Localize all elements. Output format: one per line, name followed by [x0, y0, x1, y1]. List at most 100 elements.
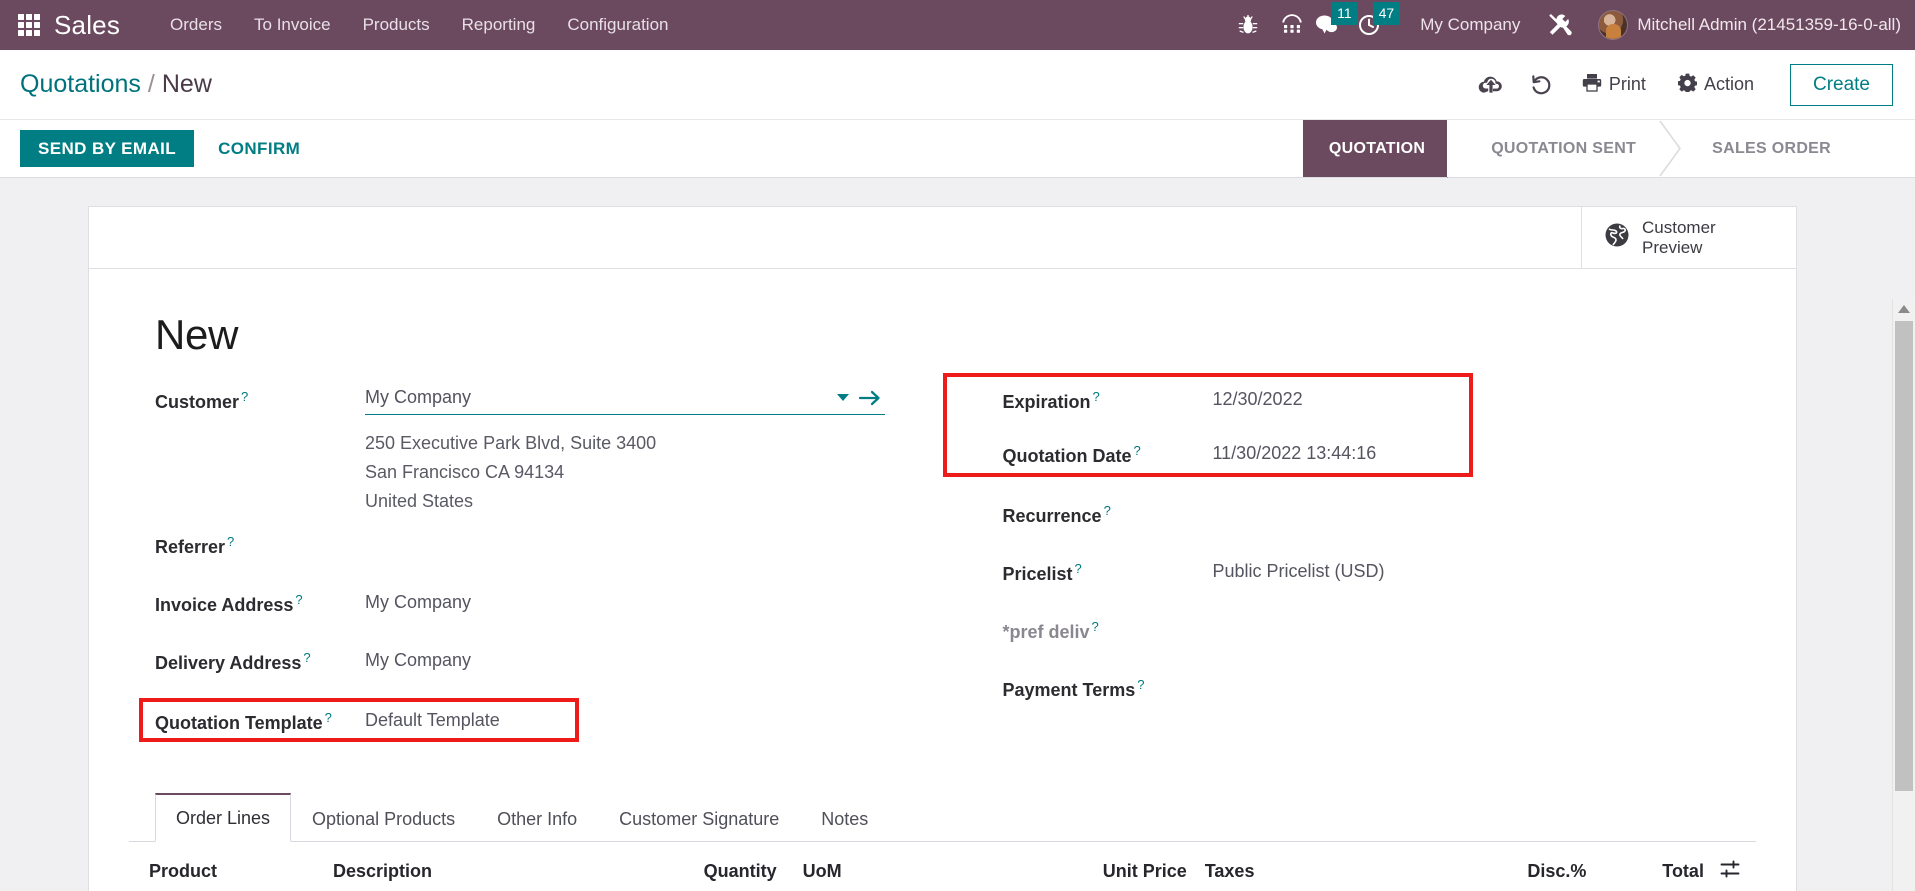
menu-orders[interactable]: Orders	[154, 9, 238, 41]
field-delivery-address-value[interactable]: My Company	[365, 646, 943, 671]
stage-quotation-sent[interactable]: QUOTATION SENT	[1447, 120, 1659, 177]
printer-icon	[1582, 73, 1602, 97]
tab-optional-products[interactable]: Optional Products	[291, 795, 476, 842]
customer-preview-line1: Customer	[1642, 217, 1716, 237]
tooltip-icon[interactable]: ?	[227, 534, 234, 549]
page-title: New	[155, 311, 239, 358]
customer-combo[interactable]	[365, 385, 885, 415]
messages-count-badge: 11	[1331, 2, 1358, 25]
voip-dialpad-icon[interactable]	[1270, 0, 1314, 50]
vertical-scrollbar[interactable]	[1892, 299, 1915, 891]
cloud-upload-icon[interactable]	[1468, 62, 1514, 108]
col-unit-price[interactable]: Unit Price	[912, 842, 1195, 891]
notebook-tabs: Order Lines Optional Products Other Info…	[129, 792, 1756, 843]
tooltip-icon[interactable]: ?	[303, 650, 310, 665]
field-pricelist: Pricelist? Public Pricelist (USD)	[1003, 557, 1757, 599]
field-customer-label: Customer?	[155, 385, 365, 413]
menu-reporting[interactable]: Reporting	[446, 9, 552, 41]
form-column-left: Customer? My Company 250 Executive Park …	[129, 385, 943, 758]
customer-preview-button[interactable]: Customer Preview	[1581, 207, 1796, 268]
column-settings-icon[interactable]	[1711, 842, 1756, 891]
tooltip-icon[interactable]: ?	[1137, 677, 1144, 692]
activities-counter[interactable]: 47	[1358, 0, 1401, 50]
user-menu[interactable]: Mitchell Admin (21451359-16-0-all)	[1582, 10, 1901, 40]
field-recurrence: Recurrence?	[1003, 499, 1757, 541]
address-line-2: San Francisco CA 94134	[365, 462, 565, 483]
tooltip-icon[interactable]: ?	[1104, 503, 1111, 518]
field-quotation-date-label: Quotation Date?	[1003, 439, 1213, 467]
print-button[interactable]: Print	[1568, 65, 1660, 105]
customer-input[interactable]	[365, 385, 829, 410]
customer-address-lines: 250 Executive Park Blvd, Suite 3400 San …	[365, 427, 656, 516]
create-button[interactable]: Create	[1789, 63, 1893, 106]
field-recurrence-value[interactable]	[1213, 499, 1757, 503]
field-invoice-address: Invoice Address? My Company	[155, 588, 943, 630]
breadcrumb: Quotations / New	[20, 70, 212, 99]
tooltip-icon[interactable]: ?	[1134, 443, 1141, 458]
field-payment-terms-value[interactable]	[1213, 673, 1757, 677]
stage-quotation-label: QUOTATION	[1328, 139, 1426, 157]
field-referrer-value[interactable]	[365, 530, 943, 534]
breadcrumb-quotations[interactable]: Quotations	[20, 70, 141, 99]
caret-up-icon[interactable]	[1893, 299, 1915, 319]
col-taxes[interactable]: Taxes	[1194, 842, 1419, 891]
undo-icon[interactable]	[1518, 62, 1564, 108]
field-quotation-date: Quotation Date? 11/30/2022 13:44:16	[1003, 439, 1757, 481]
col-uom[interactable]: UoM	[784, 842, 913, 891]
scrollbar-thumb[interactable]	[1895, 321, 1913, 791]
tooltip-icon[interactable]: ?	[295, 592, 302, 607]
app-brand-sales[interactable]: Sales	[54, 10, 120, 41]
field-expiration-value[interactable]: 12/30/2022	[1213, 385, 1757, 410]
field-payment-terms: Payment Terms?	[1003, 673, 1757, 715]
tools-wrench-icon[interactable]	[1538, 0, 1582, 50]
tab-order-lines[interactable]: Order Lines	[155, 793, 292, 843]
tooltip-icon[interactable]: ?	[1093, 389, 1100, 404]
field-quotation-template-value[interactable]: Default Template	[365, 706, 943, 731]
stage-quotation[interactable]: QUOTATION	[1302, 120, 1475, 178]
menu-products[interactable]: Products	[347, 9, 446, 41]
apps-grid-icon[interactable]	[18, 14, 40, 36]
field-quotation-template-label: Quotation Template?	[155, 706, 365, 734]
col-quantity[interactable]: Quantity	[617, 842, 785, 891]
sheet-body: New Customer? My Company 250 Executive P…	[89, 269, 1796, 891]
stage-sales-order[interactable]: SALES ORDER	[1684, 120, 1853, 177]
confirm-button[interactable]: CONFIRM	[200, 130, 318, 167]
tab-other-info[interactable]: Other Info	[476, 795, 598, 842]
tooltip-icon[interactable]: ?	[241, 389, 248, 404]
top-navbar: Sales Orders To Invoice Products Reporti…	[0, 0, 1915, 50]
form-columns: Customer? My Company 250 Executive Park …	[129, 373, 1757, 758]
col-description[interactable]: Description	[324, 842, 618, 891]
messages-counter[interactable]: 11	[1314, 0, 1358, 50]
menu-to-invoice[interactable]: To Invoice	[238, 9, 347, 41]
address-spacer	[155, 427, 365, 431]
action-button[interactable]: Action	[1664, 65, 1768, 105]
field-pref-deliv-value[interactable]	[1213, 615, 1757, 619]
activities-count-badge: 47	[1372, 2, 1401, 25]
send-by-email-button[interactable]: SEND BY EMAIL	[20, 130, 195, 167]
address-line-1: 250 Executive Park Blvd, Suite 3400	[365, 433, 657, 453]
field-quotation-date-label-text: Quotation Date	[1002, 446, 1132, 466]
tab-customer-signature[interactable]: Customer Signature	[598, 795, 800, 842]
print-label: Print	[1608, 74, 1646, 94]
field-pricelist-value[interactable]: Public Pricelist (USD)	[1213, 557, 1757, 582]
chevron-down-icon[interactable]	[837, 394, 849, 401]
field-delivery-address-label-text: Delivery Address	[155, 653, 302, 674]
field-referrer: Referrer?	[155, 530, 943, 572]
tooltip-icon[interactable]: ?	[325, 710, 332, 725]
navbar-right-tools: 11 47 My Company Mitchell Admin (2145135…	[1226, 0, 1901, 50]
tooltip-icon[interactable]: ?	[1075, 561, 1082, 576]
field-invoice-address-value[interactable]: My Company	[365, 588, 943, 613]
field-pricelist-label: Pricelist?	[1003, 557, 1213, 585]
col-discount[interactable]: Disc.%	[1418, 842, 1595, 891]
col-product[interactable]: Product	[129, 842, 325, 891]
menu-configuration[interactable]: Configuration	[551, 9, 684, 41]
arrow-right-icon[interactable]	[855, 389, 885, 407]
company-switcher[interactable]: My Company	[1400, 15, 1538, 35]
customer-preview-line2: Preview	[1642, 237, 1703, 257]
gear-icon	[1677, 73, 1698, 97]
bug-icon[interactable]	[1226, 0, 1270, 50]
col-total[interactable]: Total	[1594, 842, 1712, 891]
tab-notes[interactable]: Notes	[800, 795, 889, 842]
tooltip-icon[interactable]: ?	[1092, 619, 1099, 634]
field-quotation-date-value[interactable]: 11/30/2022 13:44:16	[1213, 439, 1757, 464]
